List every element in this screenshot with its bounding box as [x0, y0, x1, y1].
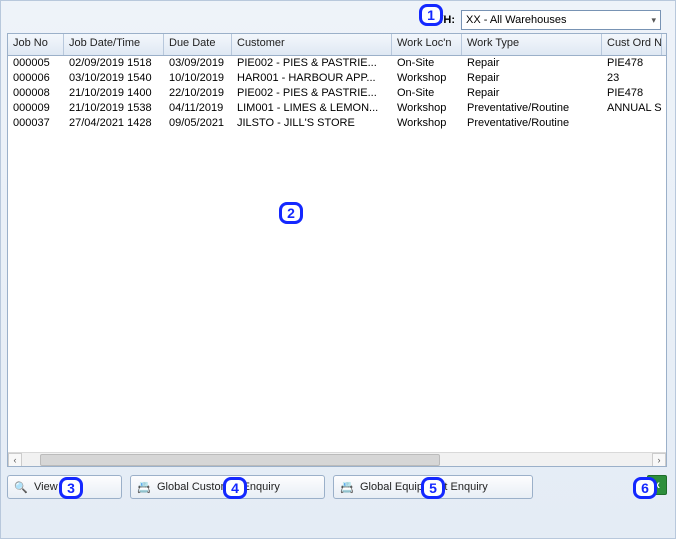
- cell-job-no: 000005: [8, 56, 64, 71]
- col-job-no[interactable]: Job No: [8, 34, 64, 55]
- table-row[interactable]: 00000821/10/2019 140022/10/2019PIE002 - …: [8, 86, 666, 101]
- col-work-locn[interactable]: Work Loc'n: [392, 34, 462, 55]
- cell-due: 04/11/2019: [164, 101, 232, 116]
- global-customer-label: Global Customer Enquiry: [157, 481, 280, 493]
- cell-due: 03/09/2019: [164, 56, 232, 71]
- job-list-window: W/H: XX - All Warehouses ▾ Job No Job Da…: [0, 0, 676, 539]
- col-job-date-time[interactable]: Job Date/Time: [64, 34, 164, 55]
- table-row[interactable]: 00000502/09/2019 151803/09/2019PIE002 - …: [8, 56, 666, 71]
- view-job-button[interactable]: 🔍 View Job: [7, 475, 122, 499]
- cell-loc: On-Site: [392, 86, 462, 101]
- cell-wtype: Preventative/Routine: [462, 101, 602, 116]
- cell-cust: PIE002 - PIES & PASTRIE...: [232, 86, 392, 101]
- chevron-down-icon: ▾: [651, 15, 656, 26]
- cell-job-no: 000009: [8, 101, 64, 116]
- cell-wtype: Repair: [462, 56, 602, 71]
- cell-wtype: Preventative/Routine: [462, 116, 602, 131]
- table-row[interactable]: 00000603/10/2019 154010/10/2019HAR001 - …: [8, 71, 666, 86]
- table-row[interactable]: 00000921/10/2019 153804/11/2019LIM001 - …: [8, 101, 666, 116]
- cell-ord: ANNUAL S...: [602, 101, 662, 116]
- col-work-type[interactable]: Work Type: [462, 34, 602, 55]
- cell-job-dt: 02/09/2019 1518: [64, 56, 164, 71]
- scroll-left-icon[interactable]: ‹: [8, 453, 22, 467]
- col-cust-ord-no[interactable]: Cust Ord No: [602, 34, 662, 55]
- cell-loc: Workshop: [392, 71, 462, 86]
- col-due-date[interactable]: Due Date: [164, 34, 232, 55]
- cell-wtype: Repair: [462, 71, 602, 86]
- cell-job-no: 000037: [8, 116, 64, 131]
- cell-cust: PIE002 - PIES & PASTRIE...: [232, 56, 392, 71]
- cell-loc: On-Site: [392, 56, 462, 71]
- warehouse-select-text: XX - All Warehouses: [466, 14, 566, 26]
- excel-icon: x: [654, 480, 660, 491]
- cell-cust: JILSTO - JILL'S STORE: [232, 116, 392, 131]
- equipment-icon: 📇: [340, 480, 354, 494]
- warehouse-label: W/H:: [430, 14, 455, 26]
- export-excel-button[interactable]: x: [647, 475, 667, 495]
- magnifier-icon: 🔍: [14, 480, 28, 494]
- cell-due: 09/05/2021: [164, 116, 232, 131]
- customer-icon: 📇: [137, 480, 151, 494]
- cell-ord: PIE478: [602, 86, 662, 101]
- jobs-grid: Job No Job Date/Time Due Date Customer W…: [7, 33, 667, 467]
- cell-job-dt: 21/10/2019 1538: [64, 101, 164, 116]
- warehouse-select[interactable]: XX - All Warehouses ▾: [461, 10, 661, 30]
- table-row[interactable]: 00003727/04/2021 142809/05/2021JILSTO - …: [8, 116, 666, 131]
- global-equipment-enquiry-button[interactable]: 📇 Global Equipment Enquiry: [333, 475, 533, 499]
- cell-job-dt: 03/10/2019 1540: [64, 71, 164, 86]
- cell-ord: [602, 116, 662, 131]
- horizontal-scrollbar[interactable]: ‹ ›: [8, 452, 666, 466]
- top-bar: W/H: XX - All Warehouses ▾: [7, 7, 669, 33]
- global-equipment-label: Global Equipment Enquiry: [360, 481, 488, 493]
- cell-ord: 23: [602, 71, 662, 86]
- cell-cust: HAR001 - HARBOUR APP...: [232, 71, 392, 86]
- cell-job-no: 000008: [8, 86, 64, 101]
- grid-header: Job No Job Date/Time Due Date Customer W…: [8, 34, 667, 56]
- cell-loc: Workshop: [392, 116, 462, 131]
- cell-loc: Workshop: [392, 101, 462, 116]
- cell-due: 10/10/2019: [164, 71, 232, 86]
- cell-job-no: 000006: [8, 71, 64, 86]
- cell-wtype: Repair: [462, 86, 602, 101]
- cell-ord: PIE478: [602, 56, 662, 71]
- col-customer[interactable]: Customer: [232, 34, 392, 55]
- cell-job-dt: 21/10/2019 1400: [64, 86, 164, 101]
- view-job-label: View Job: [34, 481, 78, 493]
- cell-cust: LIM001 - LIMES & LEMON...: [232, 101, 392, 116]
- cell-due: 22/10/2019: [164, 86, 232, 101]
- bottom-bar: 🔍 View Job 📇 Global Customer Enquiry 📇 G…: [7, 473, 669, 501]
- scroll-track[interactable]: [22, 453, 652, 467]
- global-customer-enquiry-button[interactable]: 📇 Global Customer Enquiry: [130, 475, 325, 499]
- grid-body[interactable]: 00000502/09/2019 151803/09/2019PIE002 - …: [8, 56, 666, 452]
- scroll-thumb[interactable]: [40, 454, 440, 466]
- cell-job-dt: 27/04/2021 1428: [64, 116, 164, 131]
- scroll-right-icon[interactable]: ›: [652, 453, 666, 467]
